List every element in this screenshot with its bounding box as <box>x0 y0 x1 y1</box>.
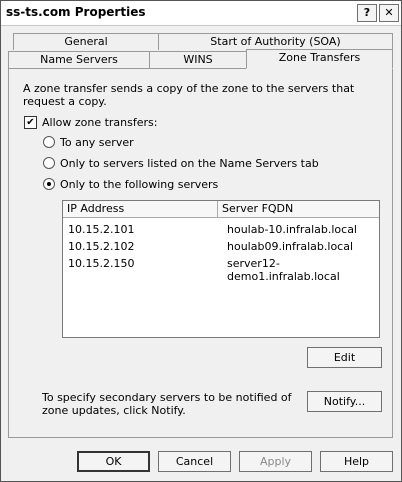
window-title: ss-ts.com Properties <box>6 5 146 19</box>
servers-list[interactable]: IP Address Server FQDN 10.15.2.101 houla… <box>62 200 380 338</box>
tab-general[interactable]: General <box>13 33 159 50</box>
notify-button[interactable]: Notify... <box>307 391 382 412</box>
zone-transfers-panel: A zone transfer sends a copy of the zone… <box>8 68 393 438</box>
tab-wins[interactable]: WINS <box>149 51 247 68</box>
help-button[interactable]: Help <box>320 451 393 472</box>
radio-name-servers-tab[interactable] <box>43 157 55 169</box>
table-row-2-fqdn[interactable]: houlab09.infralab.local <box>227 240 353 253</box>
radio-selected-dot <box>47 182 51 186</box>
table-row-3-ip[interactable]: 10.15.2.150 <box>68 257 134 270</box>
table-row-1-ip[interactable]: 10.15.2.101 <box>68 223 134 236</box>
properties-dialog: ss-ts.com Properties ? ✕ General Start o… <box>0 0 402 482</box>
radio-following-servers-label: Only to the following servers <box>60 178 219 191</box>
title-bar: ss-ts.com Properties ? ✕ <box>1 1 401 26</box>
radio-any-server-label: To any server <box>60 136 134 149</box>
tab-zone-transfers[interactable]: Zone Transfers <box>246 49 393 69</box>
close-button[interactable]: ✕ <box>379 4 399 22</box>
description-text: A zone transfer sends a copy of the zone… <box>23 82 355 108</box>
notify-text: To specify secondary servers to be notif… <box>42 391 292 417</box>
allow-zone-transfers-label: Allow zone transfers: <box>42 116 158 129</box>
radio-following-servers[interactable] <box>43 178 55 190</box>
apply-button[interactable]: Apply <box>239 451 312 472</box>
edit-button[interactable]: Edit <box>307 347 382 368</box>
table-row-3-fqdn[interactable]: server12-demo1.infralab.local <box>227 257 379 283</box>
ok-button[interactable]: OK <box>77 451 150 472</box>
cancel-button[interactable]: Cancel <box>158 451 231 472</box>
help-title-button[interactable]: ? <box>357 4 377 22</box>
column-header-fqdn[interactable]: Server FQDN <box>218 201 379 218</box>
table-row-2-ip[interactable]: 10.15.2.102 <box>68 240 134 253</box>
table-row-1-fqdn[interactable]: houlab-10.infralab.local <box>227 223 357 236</box>
tab-name-servers[interactable]: Name Servers <box>8 51 150 68</box>
column-header-ip[interactable]: IP Address <box>63 201 218 218</box>
radio-any-server[interactable] <box>43 136 55 148</box>
radio-name-servers-label: Only to servers listed on the Name Serve… <box>60 157 319 170</box>
tab-soa[interactable]: Start of Authority (SOA) <box>158 33 393 50</box>
allow-zone-transfers-checkbox[interactable]: ✔ <box>24 116 37 129</box>
